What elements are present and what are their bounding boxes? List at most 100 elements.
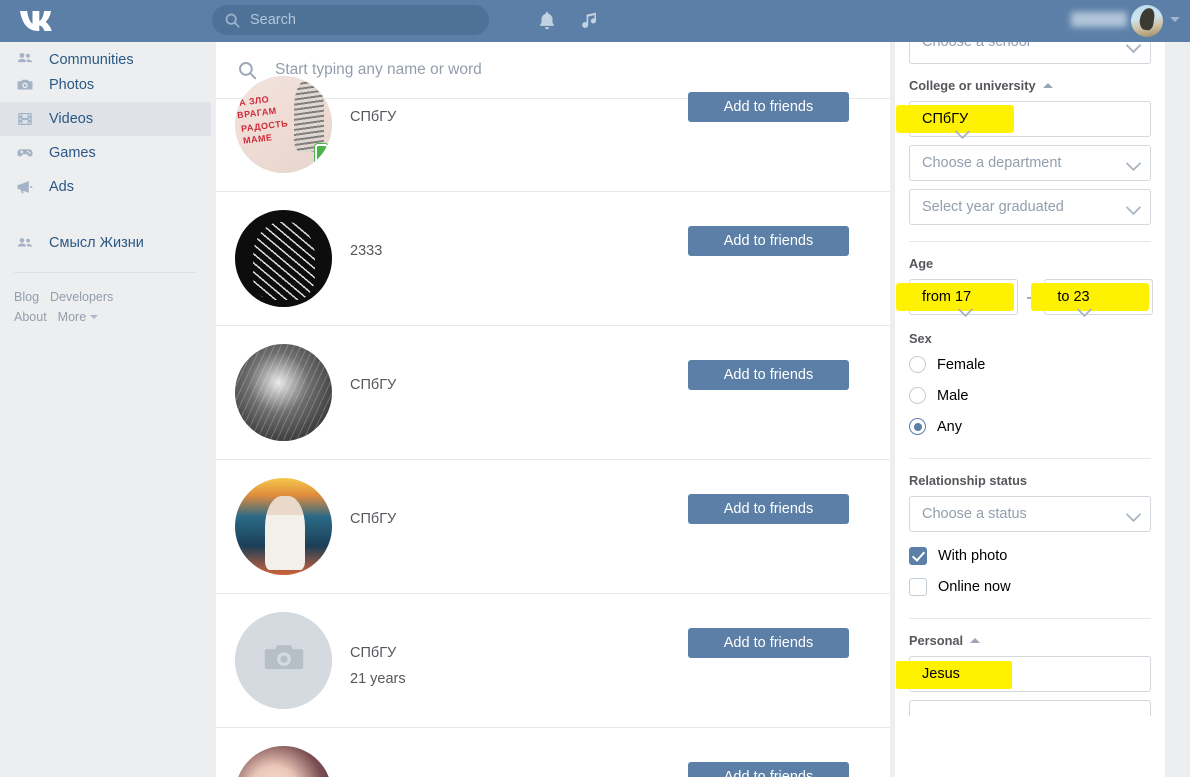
vk-logo[interactable] xyxy=(18,5,58,37)
chevron-down-icon xyxy=(1125,199,1142,216)
with-photo-checkbox-row[interactable]: With photo xyxy=(909,540,1151,571)
table-row[interactable]: СПбГУ Add to friends xyxy=(216,728,890,777)
online-mobile-indicator xyxy=(315,144,328,163)
checkbox-icon-checked[interactable] xyxy=(909,546,927,565)
sidebar-item-label: Photos xyxy=(49,77,95,93)
footer-link-blog[interactable]: Blog xyxy=(14,290,39,304)
chevron-down-icon[interactable] xyxy=(1170,17,1180,22)
sidebar-item-label: Ads xyxy=(49,179,74,195)
avatar[interactable] xyxy=(235,746,332,777)
gamepad-icon xyxy=(14,143,36,163)
sidebar-item-games[interactable]: Games xyxy=(0,136,211,170)
sex-option-label: Male xyxy=(937,387,969,404)
radio-icon[interactable] xyxy=(909,387,926,404)
avatar[interactable]: А ЗЛО ВРАГАМ РАДОСТЬ МАМЕ xyxy=(235,76,332,173)
person-name[interactable] xyxy=(350,620,354,637)
music-note-icon[interactable] xyxy=(578,9,602,33)
person-meta: СПбГУ xyxy=(350,109,397,125)
sidebar-item-ads[interactable]: Ads xyxy=(0,170,211,204)
sex-option-any[interactable]: Any xyxy=(909,411,1151,442)
add-to-friends-button[interactable]: Add to friends xyxy=(688,226,849,256)
table-row[interactable]: СПбГУ 21 years Add to friends xyxy=(216,594,890,728)
sidebar-item-photos[interactable]: Photos xyxy=(0,68,211,102)
person-name[interactable] xyxy=(350,218,354,235)
add-to-friends-button[interactable]: Add to friends xyxy=(688,628,849,658)
global-search-placeholder: Search xyxy=(250,12,296,28)
age-group-title: Age xyxy=(909,256,1151,271)
avatar[interactable] xyxy=(235,210,332,307)
footer-link-developers[interactable]: Developers xyxy=(50,290,113,304)
school-select[interactable]: Choose a school xyxy=(909,42,1151,64)
sex-label: Sex xyxy=(909,331,932,346)
avatar[interactable] xyxy=(235,344,332,441)
radio-icon-selected[interactable] xyxy=(909,418,926,435)
with-photo-label: With photo xyxy=(938,547,1008,564)
chevron-up-icon[interactable] xyxy=(1042,83,1053,88)
person-meta: 2333 xyxy=(350,243,383,259)
radio-icon[interactable] xyxy=(909,356,926,373)
person-name[interactable] xyxy=(350,754,354,771)
left-sidebar: Communities Photos Videos Games Ads Смыс… xyxy=(0,42,211,777)
sex-option-label: Female xyxy=(937,356,986,373)
sex-option-label: Any xyxy=(937,418,962,435)
sex-option-male[interactable]: Male xyxy=(909,380,1151,411)
relationship-group-title: Relationship status xyxy=(909,473,1151,488)
video-icon xyxy=(14,109,36,129)
sidebar-item-smysl-zhizni[interactable]: Смысл Жизни xyxy=(0,226,211,260)
sidebar-item-videos[interactable]: Videos xyxy=(0,102,211,136)
person-age: 21 years xyxy=(350,671,406,687)
checkbox-icon[interactable] xyxy=(909,577,927,596)
avatar[interactable] xyxy=(235,612,332,709)
person-name[interactable] xyxy=(350,84,354,101)
person-name[interactable] xyxy=(350,352,354,369)
chevron-up-icon[interactable] xyxy=(970,638,981,643)
personal-next-input[interactable] xyxy=(909,700,1151,716)
add-to-friends-button[interactable]: Add to friends xyxy=(688,494,849,524)
year-graduated-select[interactable]: Select year graduated xyxy=(909,189,1151,225)
bell-icon[interactable] xyxy=(535,9,559,33)
camera-icon xyxy=(14,75,36,95)
table-row[interactable]: СПбГУ Add to friends xyxy=(216,326,890,460)
add-to-friends-button[interactable]: Add to friends xyxy=(688,762,849,777)
sidebar-footer-links: Blog Developers About More xyxy=(0,283,211,327)
sex-group-title: Sex xyxy=(909,331,1151,346)
avatar[interactable] xyxy=(235,478,332,575)
footer-link-more[interactable]: More xyxy=(58,310,86,324)
footer-link-about[interactable]: About xyxy=(14,310,47,324)
avatar[interactable] xyxy=(1131,5,1163,37)
department-select[interactable]: Choose a department xyxy=(909,145,1151,181)
relationship-label: Relationship status xyxy=(909,473,1028,488)
sidebar-item-label: Games xyxy=(49,145,96,161)
school-placeholder: Choose a school xyxy=(922,42,1031,50)
college-group-title[interactable]: College or university xyxy=(909,78,1151,93)
add-to-friends-button[interactable]: Add to friends xyxy=(688,360,849,390)
personal-value: Jesus xyxy=(922,666,960,682)
college-select[interactable]: СПбГУ xyxy=(896,101,1151,139)
person-meta: СПбГУ xyxy=(350,511,397,527)
add-to-friends-button[interactable]: Add to friends xyxy=(688,92,849,122)
divider xyxy=(909,618,1151,619)
chevron-down-icon xyxy=(1125,506,1142,523)
chevron-down-icon[interactable] xyxy=(90,315,99,319)
person-name[interactable] xyxy=(350,486,354,503)
divider xyxy=(909,241,1151,242)
personal-religion-input[interactable]: Jesus xyxy=(896,656,1151,692)
sidebar-item-communities[interactable]: Communities xyxy=(0,42,211,68)
table-row[interactable]: 2333 Add to friends xyxy=(216,192,890,326)
camera-placeholder-icon xyxy=(261,635,307,686)
table-row[interactable]: А ЗЛО ВРАГАМ РАДОСТЬ МАМЕ СПбГУ Add to f… xyxy=(216,58,890,192)
personal-label: Personal xyxy=(909,633,964,648)
relationship-status-select[interactable]: Choose a status xyxy=(909,496,1151,532)
search-results-panel: Start typing any name or word А ЗЛО ВРАГ… xyxy=(216,42,890,777)
global-search-box[interactable]: Search xyxy=(212,5,489,35)
divider xyxy=(909,458,1151,459)
age-range-row: from 17 – to 23 xyxy=(896,279,1154,317)
current-user-name: Vladimir xyxy=(1071,12,1127,27)
table-row[interactable]: СПбГУ Add to friends xyxy=(216,460,890,594)
online-now-checkbox-row[interactable]: Online now xyxy=(909,571,1151,602)
personal-group-title[interactable]: Personal xyxy=(909,633,1151,648)
person-meta: СПбГУ xyxy=(350,377,397,393)
age-to-select[interactable]: to 23 xyxy=(1031,279,1154,317)
age-from-select[interactable]: from 17 xyxy=(896,279,1018,317)
sex-option-female[interactable]: Female xyxy=(909,349,1151,380)
